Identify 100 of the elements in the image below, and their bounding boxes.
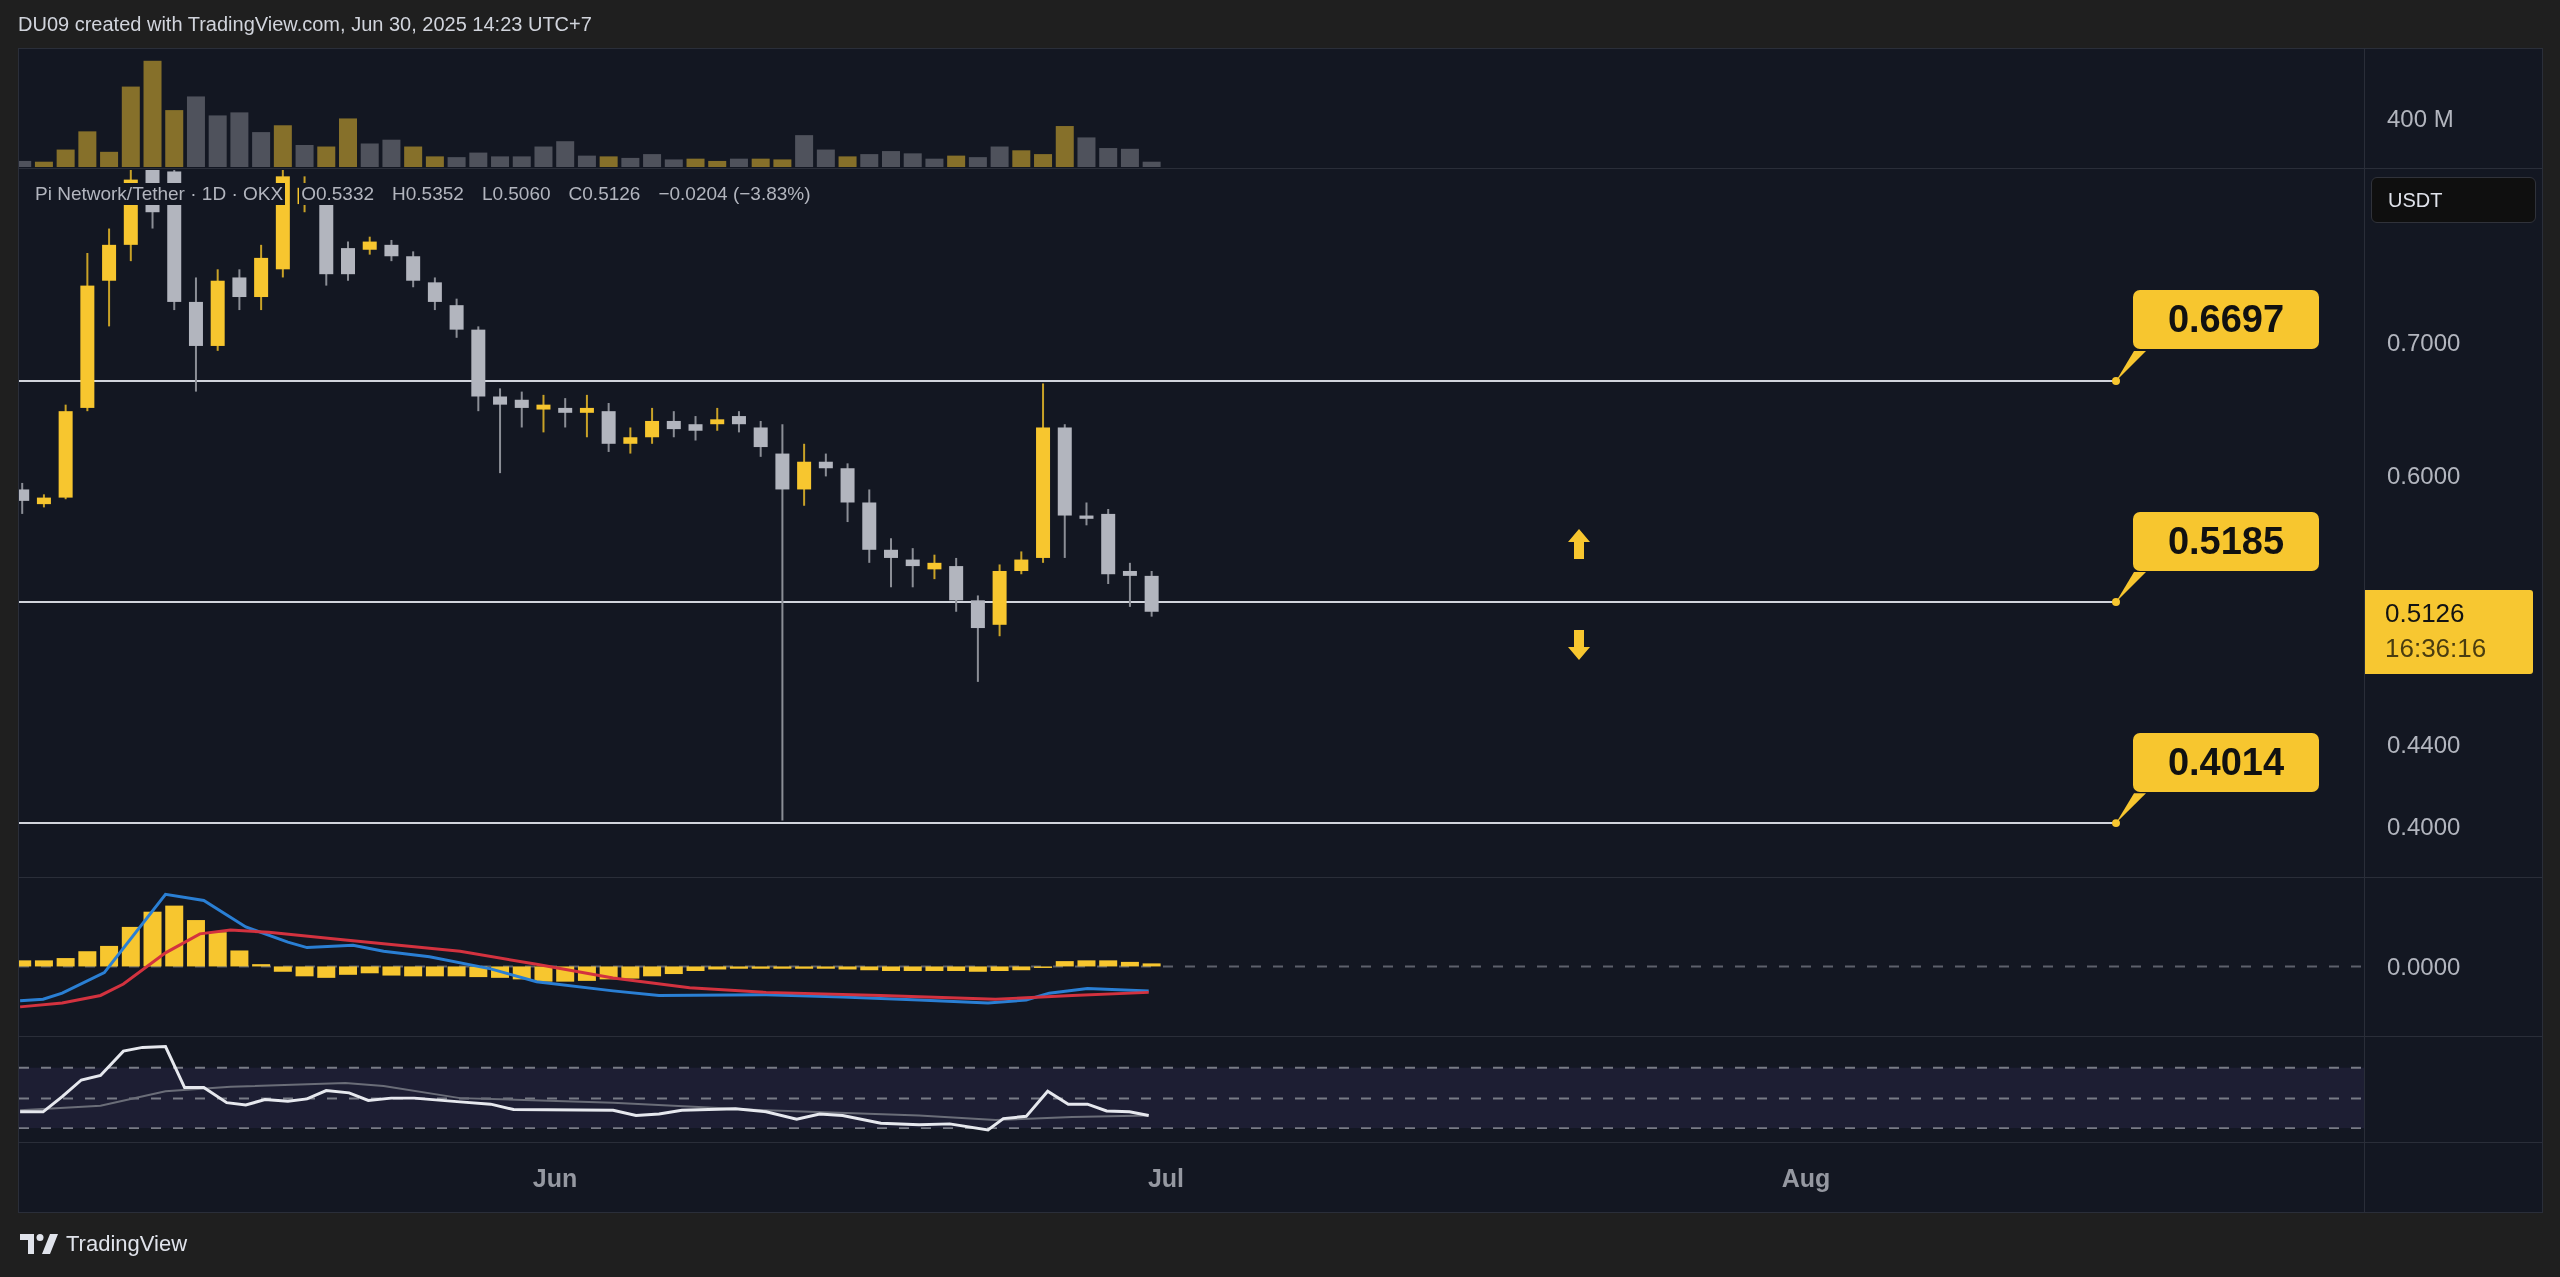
- candle: [666, 410, 681, 439]
- chart-caption: DU09 created with TradingView.com, Jun 30, 2025 14:23 UTC+7: [18, 12, 592, 36]
- volume-bar: [382, 139, 401, 167]
- last-price: 0.5126: [2385, 596, 2466, 630]
- volume-bar: [295, 145, 314, 167]
- candle: [840, 462, 855, 524]
- volume-bar: [1055, 126, 1074, 167]
- volume-bar: [751, 158, 770, 167]
- volume-bar: [795, 135, 814, 167]
- candle: [949, 556, 964, 613]
- price-level-label: 0.4014: [2133, 733, 2319, 793]
- volume-bar: [273, 125, 292, 167]
- candle: [884, 537, 898, 589]
- candle: [753, 419, 768, 458]
- volume-bar: [1034, 154, 1053, 167]
- time-axis-label: Jul: [1147, 1163, 1185, 1192]
- volume-bar: [360, 143, 379, 167]
- candle: [645, 406, 660, 445]
- candle: [36, 493, 51, 509]
- volume-bar: [556, 141, 575, 167]
- bar-countdown: 16:36:16: [2385, 631, 2488, 665]
- candle: [254, 243, 269, 312]
- volume-bar: [860, 154, 879, 167]
- candle: [1014, 550, 1029, 576]
- volume-bar: [729, 158, 748, 167]
- volume-bar: [990, 146, 1009, 167]
- candle: [601, 402, 616, 453]
- volume-bar: [208, 115, 227, 167]
- candle: [623, 426, 638, 455]
- volume-bar: [643, 154, 662, 167]
- volume-bar: [903, 153, 922, 167]
- volume-bar: [947, 155, 966, 167]
- volume-bar: [708, 160, 727, 167]
- volume-bar: [925, 158, 944, 167]
- volume-bar: [186, 96, 205, 167]
- volume-bar: [577, 155, 596, 167]
- volume-bar: [19, 160, 32, 167]
- currency-button[interactable]: USDT: [2371, 177, 2536, 223]
- volume-bar: [968, 157, 987, 167]
- volume-bar: [686, 158, 705, 167]
- candle: [232, 268, 247, 312]
- axis-label: 400 M: [2387, 105, 2454, 133]
- volume-bar: [165, 110, 184, 167]
- candle: [905, 547, 920, 589]
- candle: [927, 553, 942, 581]
- volume-bar: [339, 118, 357, 167]
- volume-bar: [447, 157, 466, 167]
- volume-bar: [1142, 161, 1161, 167]
- volume-bar: [1099, 148, 1118, 167]
- volume-bar: [252, 132, 271, 167]
- volume-bar: [491, 156, 510, 167]
- volume-bar: [56, 149, 75, 167]
- candle: [384, 238, 399, 263]
- volume-bar: [621, 157, 640, 167]
- down-arrow-icon: [1568, 630, 1590, 660]
- volume-bar: [1120, 148, 1139, 167]
- volume-bar: [534, 146, 553, 167]
- time-axis-label: Jun: [532, 1163, 578, 1192]
- logo-icon: [20, 1234, 58, 1254]
- price-level-label: 0.6697: [2133, 290, 2319, 350]
- candle: [1144, 570, 1159, 618]
- candle: [449, 297, 464, 339]
- volume-bar: [1077, 137, 1096, 167]
- volume-bar: [78, 131, 97, 167]
- volume-bar: [100, 151, 119, 167]
- candle: [427, 276, 442, 312]
- candle: [536, 393, 551, 434]
- candle: [731, 410, 746, 434]
- volume-bar: [882, 151, 900, 167]
- price-level-label: 0.5185: [2133, 511, 2319, 571]
- volume-bar: [816, 149, 835, 167]
- candle: [818, 452, 833, 478]
- volume-bar: [425, 156, 444, 167]
- time-axis-label: Aug: [1781, 1163, 1831, 1192]
- candle: [579, 393, 594, 439]
- axis-label: 0.4400: [2387, 730, 2461, 759]
- candle: [341, 240, 355, 282]
- volume-bar: [773, 159, 792, 167]
- candle: [558, 397, 573, 429]
- up-arrow-icon: [1568, 529, 1590, 559]
- brand-name: TradingView: [66, 1231, 188, 1257]
- candle: [1122, 561, 1137, 608]
- volume-bar: [34, 161, 53, 167]
- volume-bar: [1012, 150, 1031, 167]
- candle: [710, 406, 725, 432]
- axis-label: 0.4000: [2387, 813, 2461, 842]
- symbol-title: Pi Network/Tether · 1D · OKX: [33, 183, 286, 205]
- volume-bar: [664, 159, 683, 167]
- volume-bar: [838, 156, 857, 167]
- candle: [514, 390, 529, 429]
- candle: [797, 442, 812, 507]
- volume-bar: [317, 146, 336, 167]
- candle: [406, 250, 421, 289]
- ohlc-value: O0.5332: [299, 183, 377, 205]
- axis-label: 0.7000: [2387, 329, 2461, 357]
- volume-bar: [404, 146, 423, 167]
- candle: [1079, 501, 1094, 527]
- candle: [362, 235, 377, 256]
- volume-bar: [469, 152, 488, 167]
- candle: [688, 415, 703, 442]
